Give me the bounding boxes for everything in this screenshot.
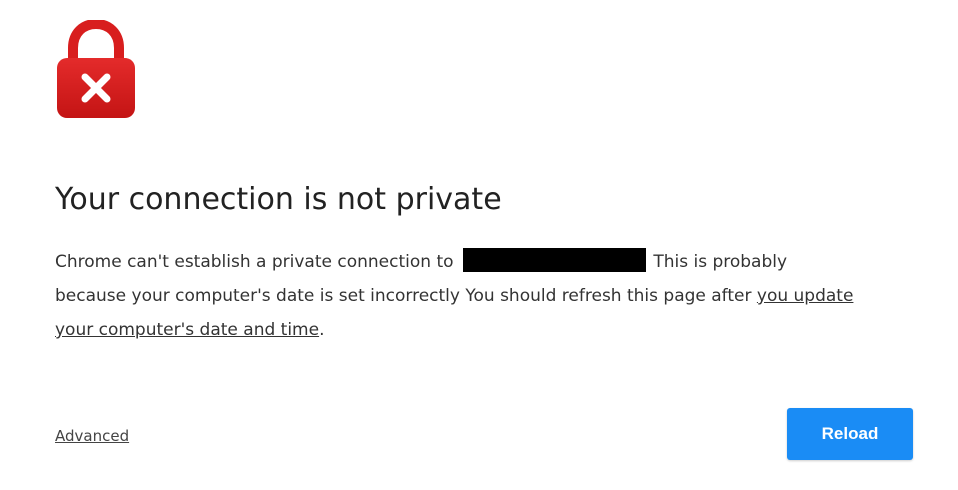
error-message: Chrome can't establish a private connect… <box>55 245 855 347</box>
message-text-start: Chrome can't establish a private connect… <box>55 252 454 272</box>
redacted-hostname <box>462 248 646 272</box>
interstitial-page: Your connection is not private Chrome ca… <box>0 0 958 490</box>
page-title: Your connection is not private <box>55 182 502 217</box>
reload-button[interactable]: Reload <box>787 408 913 460</box>
lock-error-icon <box>57 20 135 118</box>
advanced-link[interactable]: Advanced <box>55 425 129 447</box>
message-text-end: . <box>319 320 325 340</box>
